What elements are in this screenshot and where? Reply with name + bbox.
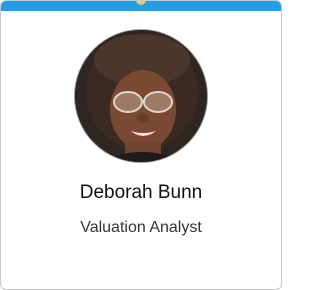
profile-card[interactable]: Deborah Bunn Valuation Analyst bbox=[0, 0, 282, 290]
profile-photo bbox=[75, 30, 207, 162]
job-title: Valuation Analyst bbox=[80, 219, 202, 236]
employee-name: Deborah Bunn bbox=[79, 182, 203, 203]
avatar[interactable] bbox=[74, 29, 208, 163]
